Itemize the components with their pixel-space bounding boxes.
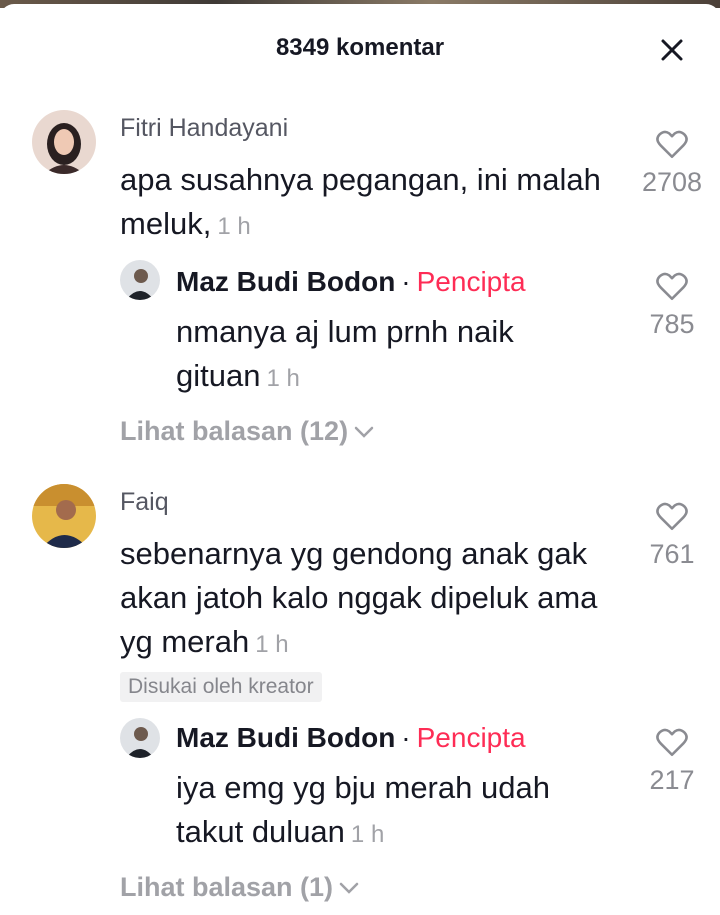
comment-time: 1 h [217,213,251,240]
like-count: 2708 [641,167,703,197]
separator-dot: · [401,722,411,753]
avatar-creator[interactable] [120,260,160,300]
comment-text-content: apa susahnya pegangan, ini malah meluk, [120,162,601,241]
reply-header: Maz Budi Bodon · Pencipta [176,266,526,298]
separator-dot: · [401,266,411,297]
view-replies-label: Lihat balasan (1) [120,872,334,902]
reply-like-button[interactable]: 217 [632,726,712,796]
reply-header: Maz Budi Bodon · Pencipta [176,722,526,754]
like-count: 785 [649,309,695,339]
creator-label: Pencipta [416,266,526,297]
chevron-down-icon [354,426,374,438]
comment-text: sebenarnya yg gendong anak gak akan jato… [120,532,620,667]
like-count: 761 [649,539,695,569]
reply-text: iya emg yg bju merah udah takut duluan 1 … [176,766,616,857]
reply-like-button[interactable]: 785 [632,270,712,340]
view-replies-label: Lihat balasan (12) [120,416,349,446]
chevron-down-icon [339,882,359,894]
comment-username[interactable]: Faiq [120,488,169,517]
heart-icon [656,502,688,531]
avatar-creator[interactable] [120,718,160,758]
view-replies-button[interactable]: Lihat balasan (12) [120,416,376,447]
reply-username[interactable]: Maz Budi Bodon [176,722,395,753]
close-icon [661,39,683,61]
reply-text: nmanya aj lum prnh naik gituan 1 h [176,310,596,401]
heart-icon [656,272,688,301]
comment-time: 1 h [255,631,289,658]
comments-sheet: 8349 komentar Fitri Handayani apa susahn… [0,4,720,915]
reply-username[interactable]: Maz Budi Bodon [176,266,395,297]
heart-icon [656,728,688,757]
comment-text-content: sebenarnya yg gendong anak gak akan jato… [120,536,598,659]
heart-icon [656,130,688,159]
comments-count-title: 8349 komentar [275,34,445,61]
comment-text: apa susahnya pegangan, ini malah meluk, 1… [120,158,610,249]
like-count: 217 [649,765,695,795]
like-button[interactable]: 761 [632,500,712,570]
reply-text-content: nmanya aj lum prnh naik gituan [176,314,514,393]
reply-time: 1 h [350,821,385,848]
close-button[interactable] [652,32,692,68]
comment-username[interactable]: Fitri Handayani [120,114,288,143]
like-button[interactable]: 2708 [632,128,712,198]
avatar-faiq[interactable] [32,484,96,548]
view-replies-button[interactable]: Lihat balasan (1) [120,872,361,903]
creator-label: Pencipta [416,722,526,753]
avatar-fitri[interactable] [32,110,96,174]
reply-time: 1 h [266,365,300,392]
liked-by-creator-badge: Disukai oleh kreator [120,672,322,702]
